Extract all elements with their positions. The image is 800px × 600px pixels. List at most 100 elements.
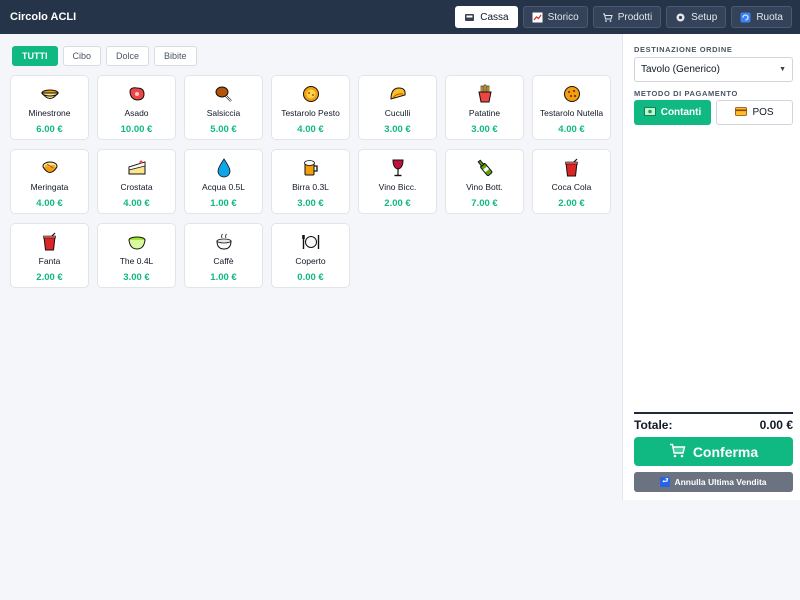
cake-slice-icon	[126, 157, 148, 179]
chart-icon	[532, 12, 543, 23]
fries-icon	[474, 83, 496, 105]
product-price: 4.00 €	[297, 124, 324, 135]
cart-icon	[602, 12, 613, 23]
product-price: 3.00 €	[297, 198, 324, 209]
payment-pos-button[interactable]: POS	[716, 100, 793, 125]
taco-icon	[387, 83, 409, 105]
product-name: Asado	[124, 108, 149, 118]
product-price: 10.00 €	[120, 124, 153, 135]
nav-ruota-button[interactable]: Ruota	[731, 6, 792, 28]
product-price: 4.00 €	[558, 124, 585, 135]
product-card[interactable]: Vino Bott. 7.00 €	[445, 149, 524, 214]
product-card[interactable]: Asado 10.00 €	[97, 75, 176, 140]
nav-prodotti-button[interactable]: Prodotti	[592, 6, 662, 28]
product-grid: Minestrone 6.00 € Asado 10.00 € Salsicci…	[10, 75, 611, 288]
top-bar: Circolo ACLI Cassa Storico Prodotti Setu…	[0, 0, 800, 34]
nav-storico-button[interactable]: Storico	[522, 6, 588, 28]
product-card[interactable]: Coca Cola 2.00 €	[532, 149, 611, 214]
product-price: 4.00 €	[36, 198, 63, 209]
chevron-down-icon: ▼	[779, 66, 786, 73]
beer-mug-icon	[300, 157, 322, 179]
filter-cibo[interactable]: Cibo	[62, 46, 102, 66]
product-name: Coca Cola	[551, 182, 592, 192]
product-name: Acqua 0.5L	[201, 182, 245, 192]
coffee-icon	[213, 231, 235, 253]
confirm-button[interactable]: Conferma	[634, 437, 793, 466]
product-name: Vino Bott.	[466, 182, 503, 192]
soda-cup-icon	[39, 231, 61, 253]
product-card[interactable]: Caffè 1.00 €	[184, 223, 263, 288]
product-card[interactable]: Acqua 0.5L 1.00 €	[184, 149, 263, 214]
wine-glass-icon	[387, 157, 409, 179]
nav-setup-button[interactable]: Setup	[666, 6, 727, 28]
destination-select[interactable]: Tavolo (Generico) ▼	[634, 57, 793, 82]
payment-contanti-button[interactable]: Contanti	[634, 100, 711, 125]
total-row: Totale: 0.00 €	[634, 418, 793, 432]
undo-last-sale-button[interactable]: ⮐ Annulla Ultima Vendita	[634, 472, 793, 492]
undo-label: Annulla Ultima Vendita	[674, 477, 767, 487]
product-name: Meringata	[30, 182, 69, 192]
product-name: The 0.4L	[119, 256, 154, 266]
product-card[interactable]: Meringata 4.00 €	[10, 149, 89, 214]
destination-label: DESTINAZIONE ORDINE	[634, 45, 733, 54]
product-card[interactable]: Birra 0.3L 3.00 €	[271, 149, 350, 214]
filter-bibite[interactable]: Bibite	[154, 46, 197, 66]
product-price: 5.00 €	[210, 124, 237, 135]
product-name: Salsiccia	[206, 108, 241, 118]
product-card[interactable]: Cuculli 3.00 €	[358, 75, 437, 140]
nav-cassa-button[interactable]: Cassa	[455, 6, 518, 28]
filter-tutti[interactable]: TUTTI	[12, 46, 58, 66]
soda-cup-icon	[561, 157, 583, 179]
order-panel: DESTINAZIONE ORDINE Tavolo (Generico) ▼ …	[622, 34, 800, 500]
product-price: 6.00 €	[36, 124, 63, 135]
product-card[interactable]: Salsiccia 5.00 €	[184, 75, 263, 140]
products-area: TUTTI Cibo Dolce Bibite Minestrone 6.00 …	[0, 34, 622, 600]
confirm-label: Conferma	[692, 443, 759, 460]
product-name: Minestrone	[28, 108, 71, 118]
soup-bowl-icon	[39, 83, 61, 105]
product-name: Coperto	[295, 256, 326, 266]
product-card[interactable]: Patatine 3.00 €	[445, 75, 524, 140]
credit-card-icon	[735, 106, 748, 119]
product-price: 2.00 €	[36, 272, 63, 283]
product-name: Cuculli	[384, 108, 411, 118]
product-name: Testarolo Pesto	[281, 108, 340, 118]
product-price: 3.00 €	[123, 272, 150, 283]
water-drop-icon	[213, 157, 235, 179]
cash-register-icon	[464, 12, 475, 23]
product-price: 3.00 €	[384, 124, 411, 135]
product-card[interactable]: Minestrone 6.00 €	[10, 75, 89, 140]
product-name: Testarolo Nutella	[539, 108, 604, 118]
flatbread-icon	[300, 83, 322, 105]
product-name: Patatine	[468, 108, 501, 118]
product-name: Caffè	[213, 256, 234, 266]
undo-icon: ⮐	[660, 477, 671, 487]
product-card[interactable]: The 0.4L 3.00 €	[97, 223, 176, 288]
total-divider	[634, 412, 793, 414]
product-price: 7.00 €	[471, 198, 498, 209]
product-card[interactable]: Vino Bicc. 2.00 €	[358, 149, 437, 214]
payment-label: METODO DI PAGAMENTO	[634, 89, 738, 98]
product-price: 3.00 €	[471, 124, 498, 135]
product-price: 1.00 €	[210, 198, 237, 209]
cutlery-plate-icon	[300, 231, 322, 253]
product-card[interactable]: Testarolo Pesto 4.00 €	[271, 75, 350, 140]
product-name: Birra 0.3L	[292, 182, 329, 192]
product-card[interactable]: Fanta 2.00 €	[10, 223, 89, 288]
nav-prodotti-label: Prodotti	[617, 11, 653, 23]
pie-icon	[39, 157, 61, 179]
product-price: 2.00 €	[558, 198, 585, 209]
gear-icon	[675, 12, 686, 23]
nav-cassa-label: Cassa	[480, 11, 509, 23]
product-name: Vino Bicc.	[378, 182, 417, 192]
product-card[interactable]: Coperto 0.00 €	[271, 223, 350, 288]
nav-storico-label: Storico	[547, 11, 579, 23]
product-card[interactable]: Testarolo Nutella 4.00 €	[532, 75, 611, 140]
filter-dolce[interactable]: Dolce	[106, 46, 150, 66]
drumstick-icon	[213, 83, 235, 105]
wine-bottle-icon	[474, 157, 496, 179]
meat-icon	[126, 83, 148, 105]
product-card[interactable]: Crostata 4.00 €	[97, 149, 176, 214]
destination-value: Tavolo (Generico)	[641, 64, 720, 75]
cookie-icon	[561, 83, 583, 105]
